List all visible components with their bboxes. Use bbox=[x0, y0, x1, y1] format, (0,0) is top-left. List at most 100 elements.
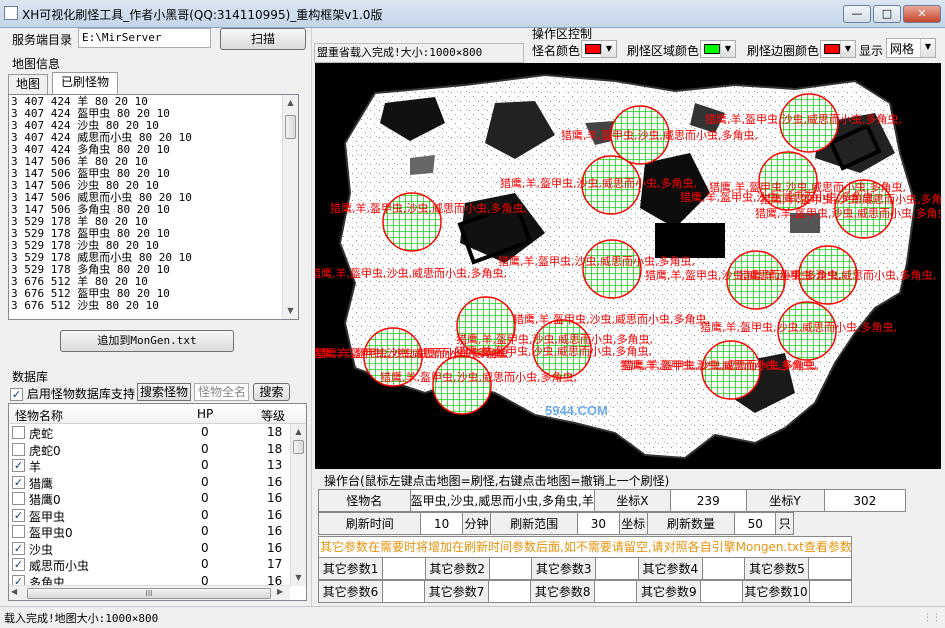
checkbox-checked[interactable]: ✓ bbox=[12, 508, 25, 522]
param-input[interactable] bbox=[594, 580, 638, 603]
table-row[interactable]: ✓ 猎鹰 0 16 bbox=[9, 474, 306, 491]
scroll-down-icon[interactable]: ▼ bbox=[283, 303, 298, 319]
spawn-line: 3 676 512 沙虫 80 20 10 bbox=[11, 299, 159, 312]
name-color-label: 怪名颜色 bbox=[532, 44, 581, 58]
param-input[interactable] bbox=[381, 580, 426, 603]
checkbox-checked[interactable]: ✓ bbox=[12, 541, 25, 555]
scroll-up-icon[interactable]: ▲ bbox=[283, 95, 298, 111]
monster-table-hscroll[interactable]: ◀ III ▶ bbox=[9, 585, 290, 600]
param-input[interactable] bbox=[487, 580, 532, 603]
scroll-up-icon[interactable]: ▲ bbox=[291, 424, 306, 440]
spawn-area-circle[interactable] bbox=[582, 239, 642, 299]
refresh-count-input[interactable]: 50 bbox=[734, 512, 777, 535]
spawn-area-circle[interactable] bbox=[432, 355, 492, 415]
table-row[interactable]: ✓ 沙虫 0 16 bbox=[9, 540, 306, 557]
spawn-list[interactable]: 3 407 424 羊 80 20 10 3 407 424 盔甲虫 80 20 … bbox=[8, 94, 299, 320]
table-row[interactable]: 虎蛇 0 18 bbox=[9, 424, 306, 441]
tab-spawned-monsters[interactable]: 已刷怪物 bbox=[52, 72, 118, 94]
watermark-text: 5944.COM bbox=[545, 403, 608, 418]
spawn-monster-label: 猎鹰,羊,盔甲虫,沙虫,威思而小虫,多角虫, bbox=[700, 320, 897, 334]
table-row[interactable]: 猎鹰0 0 16 bbox=[9, 490, 306, 507]
param-label: 其它参数8 bbox=[530, 580, 596, 603]
window-title: XH可视化刷怪工具_作者小黑哥(QQ:314110995)_重构框架v1.0版 bbox=[22, 8, 383, 22]
spawn-monster-label: 猎鹰,羊,盔甲虫,沙虫,威思而小虫,多角虫, bbox=[561, 128, 758, 142]
chevron-down-icon: ▼ bbox=[720, 41, 735, 57]
table-row[interactable]: ✓ 羊 0 13 bbox=[9, 457, 306, 474]
checkbox-checked[interactable]: ✓ bbox=[12, 558, 25, 571]
search-button[interactable]: 搜索 bbox=[253, 383, 290, 401]
table-row[interactable]: 盔甲虫0 0 16 bbox=[9, 523, 306, 540]
maximize-button[interactable]: □ bbox=[873, 5, 901, 23]
col-hp[interactable]: HP bbox=[197, 407, 213, 421]
pane-divider[interactable] bbox=[311, 28, 312, 606]
monster-table-vscroll[interactable]: ▲ ▼ bbox=[290, 424, 306, 586]
search-monster-button[interactable]: 搜索怪物 bbox=[137, 383, 191, 401]
param-input[interactable] bbox=[808, 557, 852, 580]
monster-level-cell: 18 bbox=[267, 441, 283, 456]
area-color-select[interactable]: ▼ bbox=[700, 40, 736, 58]
checkbox-unchecked[interactable] bbox=[12, 442, 25, 456]
param-input[interactable] bbox=[700, 580, 744, 603]
spawn-list-scrollbar[interactable]: ▲ ▼ bbox=[282, 95, 298, 319]
param-input[interactable] bbox=[382, 557, 426, 580]
area-color-swatch bbox=[704, 44, 720, 54]
map-status-text: 盟重省载入完成!大小:1000×800 bbox=[314, 43, 524, 63]
param-input[interactable] bbox=[488, 557, 533, 580]
spawn-monster-label: 猎鹰,羊,盔甲虫,沙虫,威思而小虫,多角虫, bbox=[455, 344, 652, 358]
monster-table[interactable]: 怪物名称 HP 等级 虎蛇 0 18 虎蛇0 0 18 ✓ 羊 0 13 ✓ 猎鹰 0 16 猎鹰0 0 16 ✓… bbox=[8, 403, 307, 601]
table-row[interactable]: 虎蛇0 0 18 bbox=[9, 441, 306, 458]
app-icon bbox=[4, 6, 18, 20]
map-canvas[interactable]: 猎鹰,羊,盔甲虫,沙虫,威思而小虫,多角虫, 猎鹰,羊,盔甲虫,沙虫,威思而小虫,… bbox=[315, 63, 941, 469]
scroll-thumb[interactable] bbox=[285, 115, 296, 139]
table-row[interactable]: ✓ 威思而小虫 0 17 bbox=[9, 556, 306, 573]
count-unit: 只 bbox=[775, 512, 794, 535]
area-color-label: 刷怪区域颜色 bbox=[627, 44, 700, 58]
checkbox-unchecked[interactable] bbox=[12, 525, 25, 538]
monster-hp-cell: 0 bbox=[201, 524, 209, 538]
param-label: 其它参数6 bbox=[318, 580, 383, 603]
checkbox-checked[interactable]: ✓ bbox=[12, 475, 25, 489]
coord-x-input[interactable]: 239 bbox=[669, 489, 747, 512]
hscroll-thumb[interactable]: III bbox=[27, 588, 271, 599]
col-monster-name[interactable]: 怪物名称 bbox=[15, 407, 63, 424]
title-bar: XH可视化刷怪工具_作者小黑哥(QQ:314110995)_重构框架v1.0版 … bbox=[0, 0, 945, 28]
monster-name-cell: 虎蛇0 bbox=[29, 443, 61, 458]
scroll-left-icon[interactable]: ◀ bbox=[11, 587, 17, 596]
minimize-button[interactable]: — bbox=[843, 5, 871, 23]
monster-name-cell: 威思而小虫 bbox=[29, 559, 90, 573]
param-input[interactable] bbox=[808, 580, 853, 603]
server-path-input[interactable]: E:\MirServer bbox=[78, 28, 211, 48]
monster-name-input[interactable]: 盔甲虫,沙虫,威思而小虫,多角虫,羊 bbox=[409, 489, 595, 512]
refresh-time-input[interactable]: 10 bbox=[420, 512, 463, 535]
map-svg[interactable]: 猎鹰,羊,盔甲虫,沙虫,威思而小虫,多角虫,猎鹰,羊,盔甲虫,沙虫,威思而小虫,… bbox=[315, 63, 941, 469]
table-row[interactable]: ✓ 盔甲虫 0 16 bbox=[9, 507, 306, 524]
monster-level-cell: 13 bbox=[267, 458, 283, 472]
monster-name-cell: 盔甲虫 bbox=[29, 509, 66, 524]
resize-grip-icon[interactable]: ⋮⋮ bbox=[923, 613, 941, 623]
scroll-thumb[interactable] bbox=[293, 440, 304, 454]
scan-button[interactable]: 扫描 bbox=[220, 28, 306, 50]
monster-fullname-input[interactable]: 怪物全名 bbox=[194, 383, 249, 401]
checkbox-unchecked[interactable] bbox=[12, 426, 25, 439]
param-input[interactable] bbox=[595, 557, 639, 580]
param-input[interactable] bbox=[701, 557, 746, 580]
scroll-right-icon[interactable]: ▶ bbox=[277, 587, 283, 596]
border-color-select[interactable]: ▼ bbox=[820, 40, 856, 58]
checkbox-checked[interactable]: ✓ bbox=[12, 459, 25, 472]
col-level[interactable]: 等级 bbox=[261, 407, 285, 424]
param-label: 其它参数3 bbox=[531, 557, 597, 580]
spawn-monster-label: 猎鹰,羊,盔甲虫,沙虫,威思而小虫,多角虫, bbox=[680, 190, 877, 204]
monster-hp-cell: 0 bbox=[201, 458, 209, 472]
name-color-select[interactable]: ▼ bbox=[581, 40, 617, 58]
append-mongen-button[interactable]: 追加到MonGen.txt bbox=[60, 330, 234, 352]
monster-hp-cell: 0 bbox=[201, 441, 209, 456]
spawn-monster-label: 猎鹰,羊,盔甲虫,沙虫,威思而小虫,多角虫, bbox=[500, 176, 697, 190]
coord-y-input[interactable]: 302 bbox=[823, 489, 907, 512]
scroll-down-icon[interactable]: ▼ bbox=[291, 570, 306, 586]
close-button[interactable]: ✕ bbox=[903, 5, 941, 23]
checkbox-unchecked[interactable] bbox=[12, 492, 25, 505]
tab-map[interactable]: 地图 bbox=[8, 74, 48, 94]
enable-db-checkbox[interactable]: ✓ 启用怪物数据库支持 bbox=[10, 385, 135, 402]
refresh-range-input[interactable]: 30 bbox=[577, 512, 620, 535]
display-mode-select[interactable]: 网格 ▼ bbox=[886, 38, 936, 58]
